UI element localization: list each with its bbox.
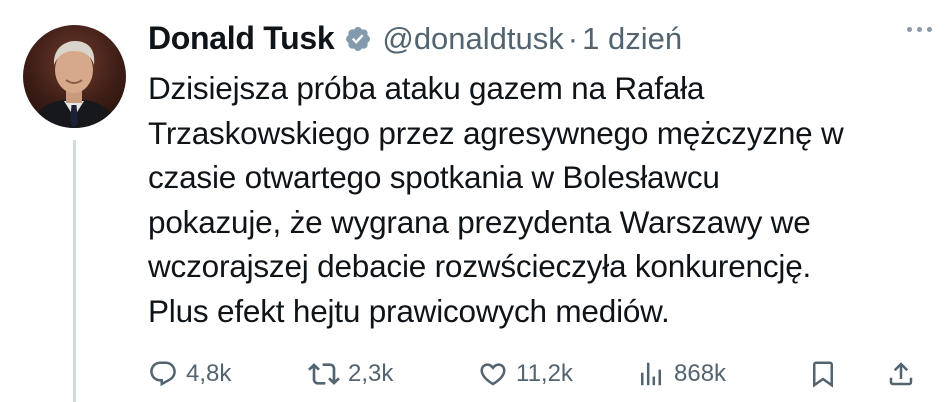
- thread-line: [73, 140, 76, 402]
- views-bar-chart-icon: [641, 362, 661, 386]
- tweet-text-line: wczorajszej debacie rozwścieczyła konkur…: [148, 248, 812, 284]
- more-horizontal-icon[interactable]: [907, 27, 932, 32]
- reply-icon: [150, 361, 176, 387]
- share-button[interactable]: [886, 352, 916, 396]
- bookmark-button[interactable]: [808, 352, 838, 396]
- separator-dot: ·: [567, 20, 579, 56]
- tweet-text-line: czasie otwartego spotkania w Bolesławcu: [148, 159, 720, 195]
- tweet-actions: 4,8k 2,3k 11,2k 868k: [148, 352, 938, 396]
- reply-count: 4,8k: [186, 360, 232, 387]
- author-handle[interactable]: @donaldtusk: [382, 21, 563, 57]
- timestamp[interactable]: 1 dzień: [582, 21, 682, 57]
- tweet[interactable]: Donald Tusk @donaldtusk · 1 dzień Dzisie…: [0, 0, 949, 402]
- bookmark-icon: [813, 361, 833, 388]
- views-button[interactable]: 868k: [636, 352, 726, 396]
- avatar[interactable]: [23, 25, 126, 128]
- tweet-text-line: Plus efekt hejtu prawicowych mediów.: [148, 292, 670, 329]
- retweet-button[interactable]: 2,3k: [308, 352, 393, 396]
- like-button[interactable]: 11,2k: [478, 352, 573, 396]
- retweet-count: 2,3k: [348, 360, 394, 387]
- tweet-text-line: Dzisiejsza próba ataku gazem na Rafała: [148, 70, 705, 106]
- tweet-text-line: Trzaskowskiego przez agresywnego mężczyz…: [148, 114, 844, 151]
- heart-icon: [480, 363, 506, 386]
- retweet-icon: [308, 363, 340, 385]
- tweet-text: Dzisiejsza próba ataku gazem na Rafała T…: [148, 66, 943, 333]
- views-count: 868k: [674, 360, 727, 387]
- verified-badge-icon[interactable]: [344, 25, 372, 53]
- share-icon: [889, 362, 913, 386]
- tweet-text-line: pokazuje, że wygrana prezydenta Warszawy…: [148, 203, 811, 240]
- like-count: 11,2k: [516, 360, 573, 387]
- author-name[interactable]: Donald Tusk: [148, 20, 335, 57]
- avatar-portrait-image: [31, 41, 119, 128]
- tweet-header: Donald Tusk @donaldtusk · 1 dzień: [148, 20, 682, 57]
- reply-button[interactable]: 4,8k: [148, 352, 231, 396]
